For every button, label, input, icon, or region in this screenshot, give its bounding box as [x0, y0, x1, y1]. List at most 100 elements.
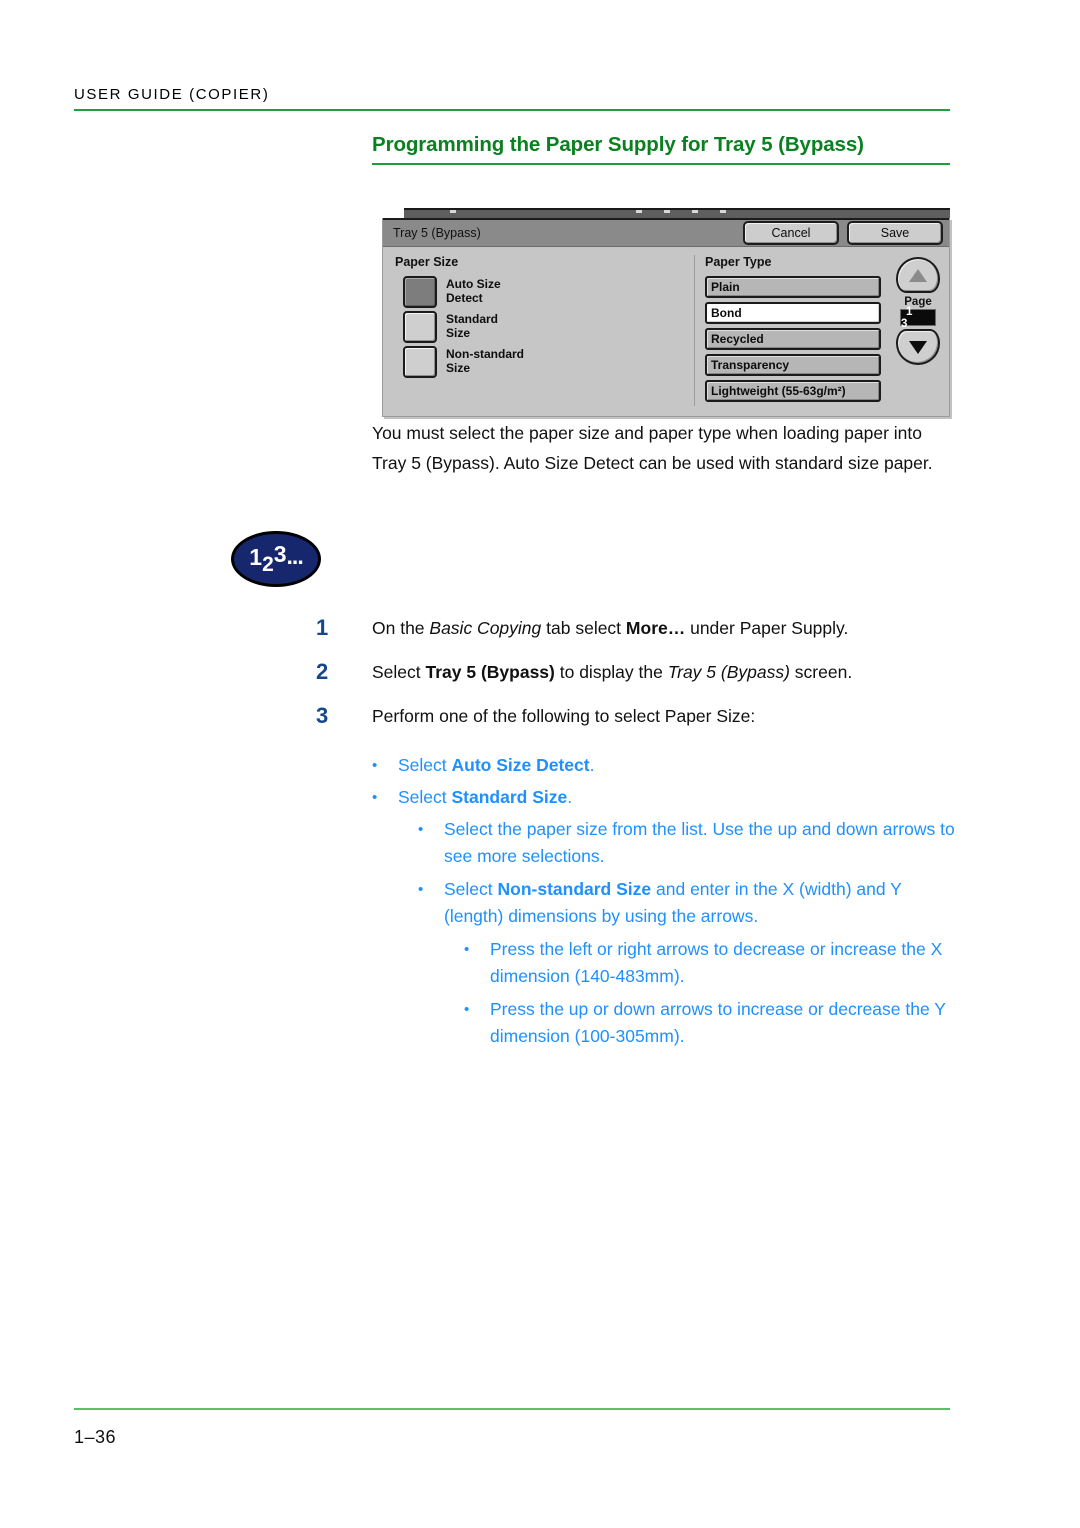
step-text: On the Basic Copying tab select More… un…: [372, 614, 848, 642]
step-item: 1 On the Basic Copying tab select More… u…: [316, 614, 956, 642]
step-number: 3: [316, 703, 329, 728]
footer-page-number: 1–36: [74, 1427, 117, 1447]
triangle-up-icon: [909, 268, 927, 282]
badge-dots: ...: [286, 542, 304, 569]
bullet-marker-icon: •: [464, 941, 470, 958]
text-run: Tray 5 (Bypass): [667, 662, 790, 682]
text-run: tab select: [541, 618, 626, 638]
step-item: 3 Perform one of the following to select …: [316, 702, 956, 730]
steps-list: 1 On the Basic Copying tab select More… u…: [316, 614, 956, 746]
text-run: Press the left or right arrows to decrea…: [490, 939, 943, 986]
paper-size-section: Paper Size Auto Size Detect Standard Siz…: [383, 255, 695, 406]
badge-digit-1: 1: [249, 543, 263, 570]
bullet-item: • Press the left or right arrows to decre…: [464, 936, 962, 990]
option-line1: Standard: [446, 312, 499, 326]
badge-digit-2: 2: [262, 552, 274, 576]
option-line1: Non-standard: [446, 347, 524, 361]
scroll-up-button[interactable]: [896, 257, 940, 293]
paper-size-option-auto-size-detect[interactable]: Auto Size Detect: [403, 276, 694, 308]
text-run: Auto Size Detect: [451, 755, 590, 775]
text-run: Basic Copying: [429, 618, 542, 638]
text-run: .: [589, 755, 595, 775]
step-text: Select Tray 5 (Bypass) to display the Tr…: [372, 658, 852, 686]
dialog-body: Paper Size Auto Size Detect Standard Siz…: [383, 247, 949, 416]
badge-digit-3: 3: [273, 540, 287, 567]
triangle-down-icon: [909, 340, 927, 354]
running-header-rule: [74, 109, 950, 111]
intro-paragraph: You must select the paper size and paper…: [372, 423, 933, 473]
step-item: 2 Select Tray 5 (Bypass) to display the T…: [316, 658, 956, 686]
text-run: screen.: [789, 662, 853, 682]
text-run: Select: [398, 755, 452, 775]
step-number: 1: [316, 615, 329, 640]
dialog-title: Tray 5 (Bypass): [393, 226, 481, 240]
cancel-button[interactable]: Cancel: [743, 221, 839, 245]
text-run: Select: [398, 787, 452, 807]
save-button[interactable]: Save: [847, 221, 943, 245]
scroll-down-button[interactable]: [896, 329, 940, 365]
page-value: 1 3: [900, 306, 936, 330]
text-run: Non-standard Size: [497, 879, 652, 899]
text-run: Select: [444, 879, 498, 899]
tray5-dialog: Tray 5 (Bypass) Cancel Save Paper Size A…: [382, 218, 950, 417]
text-run: .: [567, 787, 573, 807]
radio-swatch-icon[interactable]: [403, 346, 437, 378]
bullet-item: • Select Auto Size Detect.: [372, 752, 962, 779]
paper-type-item-transparency[interactable]: Transparency: [705, 354, 881, 376]
text-run: to display the: [554, 662, 668, 682]
text-run: On the: [372, 618, 430, 638]
list-pager: Page 1 3: [889, 255, 947, 406]
text-run: under Paper Supply.: [685, 618, 849, 638]
text-run: Tray 5 (Bypass): [425, 662, 555, 682]
page-title-rule: [372, 163, 950, 165]
radio-swatch-icon[interactable]: [403, 311, 437, 343]
text-run: Select: [372, 662, 426, 682]
paper-type-item-lightweight[interactable]: Lightweight (55-63g/m²): [705, 380, 881, 402]
step-text: Perform one of the following to select P…: [372, 702, 755, 730]
text-run: More…: [625, 618, 686, 638]
text-run: Press the up or down arrows to increase …: [490, 999, 946, 1046]
bullet-item: • Press the up or down arrows to increase…: [464, 996, 962, 1050]
footer-rule: [74, 1408, 950, 1410]
option-line1: Auto Size: [446, 277, 501, 291]
bullet-marker-icon: •: [464, 1001, 470, 1018]
bullet-text: Select the paper size from the list. Use…: [444, 816, 962, 870]
running-header: User Guide (Copier): [74, 86, 950, 111]
paper-type-item-plain[interactable]: Plain: [705, 276, 881, 298]
dialog-titlebar: Tray 5 (Bypass) Cancel Save: [383, 218, 949, 247]
paper-size-option-non-standard-size[interactable]: Non-standard Size: [403, 346, 694, 378]
option-line2: Size: [446, 361, 471, 375]
text-run: Standard Size: [451, 787, 568, 807]
option-line2: Detect: [446, 291, 483, 305]
bullet-marker-icon: •: [418, 881, 424, 898]
paper-type-item-bond[interactable]: Bond: [705, 302, 881, 324]
paper-size-option-standard-size[interactable]: Standard Size: [403, 311, 694, 343]
paper-type-item-recycled[interactable]: Recycled: [705, 328, 881, 350]
paper-size-group-label: Paper Size: [395, 255, 459, 269]
bullet-text: Select Standard Size.: [398, 784, 962, 811]
step-number: 2: [316, 659, 329, 684]
paper-size-option-label: Auto Size Detect: [446, 276, 501, 305]
bullet-text: Press the left or right arrows to decrea…: [490, 936, 962, 990]
bullet-item: • Select the paper size from the list. Us…: [418, 816, 962, 870]
paper-size-option-label: Standard Size: [446, 311, 498, 340]
running-header-text: User Guide (Copier): [74, 86, 270, 103]
copier-screen-figure: Tray 5 (Bypass) Cancel Save Paper Size A…: [382, 208, 950, 417]
bullet-item: • Select Non-standard Size and enter in t…: [418, 876, 962, 930]
tab-divider-nick: [692, 210, 698, 213]
text-run: Perform one of the following to select P…: [372, 706, 756, 726]
option-line2: Size: [446, 326, 471, 340]
text-run: Select the paper size from the list. Use…: [444, 819, 955, 866]
steps-badge-icon: 1 2 3...: [231, 531, 321, 587]
bullet-text: Select Non-standard Size and enter in th…: [444, 876, 962, 930]
bullets-list: • Select Auto Size Detect. • Select Standar…: [372, 752, 962, 1056]
tab-divider-nick: [636, 210, 642, 213]
radio-swatch-selected-icon[interactable]: [403, 276, 437, 308]
paper-type-list: Paper Type Plain Bond Recycled Transpare…: [705, 255, 881, 406]
page-title-block: Programming the Paper Supply for Tray 5 …: [372, 133, 950, 165]
bullet-marker-icon: •: [372, 757, 378, 774]
tab-divider-nick: [450, 210, 456, 213]
bullet-marker-icon: •: [418, 821, 424, 838]
bullet-text: Press the up or down arrows to increase …: [490, 996, 962, 1050]
paper-type-group-label: Paper Type: [705, 255, 772, 269]
